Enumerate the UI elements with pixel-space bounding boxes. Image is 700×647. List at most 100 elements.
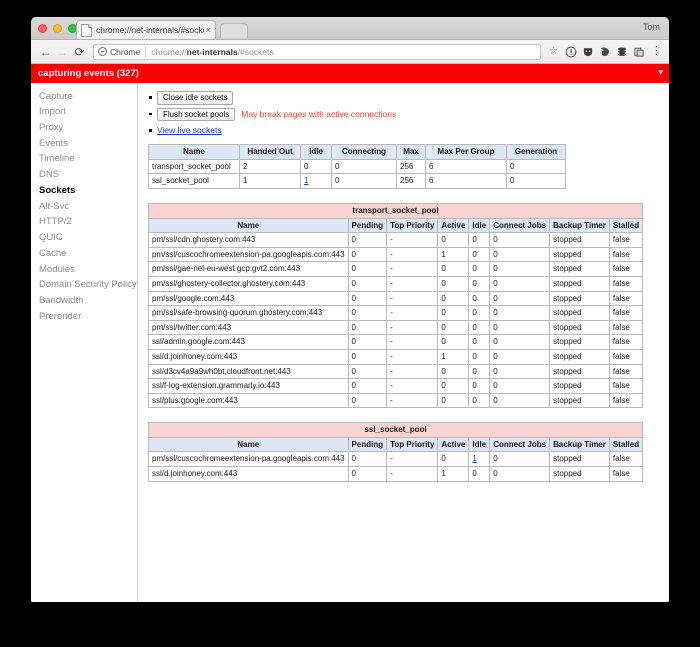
table-row: ssl/f-log-extension.grammarly.io:443 0-0 0… <box>148 378 644 394</box>
cell-idle: 0 <box>468 363 491 380</box>
list-item: Flush socket pools May break pages with … <box>149 107 669 122</box>
flush-warning-text: May break pages with active connections <box>241 109 397 120</box>
cell-pending: 0 <box>347 275 388 292</box>
sidebar-item-bandwidth[interactable]: Bandwidth <box>31 293 137 309</box>
info-circle-extension-icon[interactable] <box>565 46 577 58</box>
minimize-window-button[interactable] <box>53 24 62 33</box>
table-row: ssl/d.joinhoney.com:443 0-1 0 0 stopped false <box>148 466 644 482</box>
sidebar-item-http-2[interactable]: HTTP/2 <box>31 215 137 231</box>
sidebar-item-alt-svc[interactable]: Alt-Svc <box>31 199 137 215</box>
address-bar-url: chrome://net-internals/#sockets <box>151 47 273 57</box>
new-tab-button[interactable] <box>220 23 248 38</box>
cell-stalled: false <box>608 261 644 277</box>
sidebar-item-label: Alt-Svc <box>39 200 70 212</box>
cell-stalled: false <box>608 451 644 468</box>
idle-count-link[interactable]: 1 <box>472 454 476 463</box>
column-header: Connect Jobs <box>489 217 551 234</box>
cell-connect-jobs: 0 <box>489 348 551 365</box>
view-live-sockets-link[interactable]: View live sockets <box>157 125 222 135</box>
sidebar-item-prerender[interactable]: Prerender <box>31 309 137 325</box>
idle-count-link[interactable]: 1 <box>304 176 308 185</box>
bookmark-star-icon[interactable]: ☆ <box>545 46 562 57</box>
table-row: pm/ssl/cuscochromeextension-pa.googleapi… <box>148 246 644 263</box>
browser-window: chrome://net-internals/#socke × Tom ← → … <box>31 17 669 602</box>
table-row: ssl/d3cv4a9a9wh0bt.cloudfront.net:443 0-0… <box>148 363 644 380</box>
sidebar-item-timeline[interactable]: Timeline <box>31 152 137 168</box>
user-profile-label[interactable]: Tom <box>643 22 660 32</box>
cell-pending: 0 <box>347 466 388 482</box>
column-header: Top Priority <box>386 436 439 453</box>
back-icon[interactable]: ← <box>37 43 54 60</box>
tab-close-icon[interactable]: × <box>206 25 211 35</box>
cell-top-priority: - <box>386 246 439 263</box>
table-header-row: Name Pending Top Priority Active Idle Connect… <box>148 217 644 234</box>
socket-actions-list: Close idle sockets Flush socket pools Ma… <box>148 91 669 136</box>
forward-icon[interactable]: → <box>54 43 71 60</box>
cell-active: 1 <box>437 246 470 263</box>
address-bar[interactable]: Chrome chrome://net-internals/#sockets <box>93 43 542 60</box>
cell-idle: 0 <box>468 232 491 248</box>
cell-name: ssl_socket_pool <box>148 173 240 189</box>
sidebar-item-label: Cache <box>39 247 67 259</box>
cell-connecting: 0 <box>331 173 397 189</box>
copy-extension-icon[interactable] <box>633 46 645 58</box>
cell-backup-timer: stopped <box>549 246 610 263</box>
cell-connect-jobs: 0 <box>489 451 551 468</box>
column-header: Name <box>148 144 240 160</box>
banner-collapse-icon[interactable]: ▾ <box>658 68 663 77</box>
column-header: Stalled <box>608 217 644 234</box>
table-row: pm/ssl/twitter.com:443 0-0 0 0 stopped false <box>148 319 644 336</box>
table-row: pm/ssl/ghostery-collector.ghostery.com:4… <box>148 275 644 292</box>
sidebar-item-cache[interactable]: Cache <box>31 246 137 262</box>
sidebar-item-label: Bandwidth <box>39 294 84 306</box>
column-header: Name <box>148 217 349 234</box>
cell-active: 1 <box>437 466 470 482</box>
close-idle-sockets-button[interactable]: Close idle sockets <box>157 91 234 105</box>
reload-icon[interactable]: ⟳ <box>71 43 88 60</box>
sidebar-item-modules[interactable]: Modules <box>31 262 137 278</box>
layers-extension-icon[interactable] <box>616 46 628 58</box>
sidebar-item-domain-security-policy[interactable]: Domain Security Policy <box>31 278 137 294</box>
capture-status-text: capturing events (327) <box>38 68 139 79</box>
cell-stalled: false <box>608 305 644 321</box>
column-header: Max Per Group <box>425 144 507 160</box>
close-window-button[interactable] <box>38 24 47 33</box>
cell-idle: 1 <box>468 451 491 468</box>
cell-connect-jobs: 0 <box>489 305 551 321</box>
cell-name: pm/ssl/cdn.ghostery.com:443 <box>148 232 349 248</box>
flush-socket-pools-button[interactable]: Flush socket pools <box>157 107 236 122</box>
sidebar-item-dns[interactable]: DNS <box>31 168 137 184</box>
cell-active: 1 <box>437 348 470 365</box>
cell-active: 0 <box>437 232 470 248</box>
cell-active: 0 <box>437 334 470 350</box>
ghostery-shield-extension-icon[interactable] <box>582 46 594 58</box>
sidebar-item-capture[interactable]: Capture <box>31 89 137 105</box>
cell-max-per-group: 6 <box>425 158 507 175</box>
cell-idle: 0 <box>468 275 491 292</box>
sidebar-item-label: QUIC <box>39 232 63 244</box>
chrome-menu-icon[interactable]: ⋮ <box>651 46 662 57</box>
title-bar: chrome://net-internals/#socke × Tom <box>31 17 669 40</box>
cell-top-priority: - <box>386 319 439 336</box>
cell-connect-jobs: 0 <box>489 246 551 263</box>
table-row: transport_socket_pool 2 0 0 256 6 0 <box>148 158 566 175</box>
table-row: pm/ssl/cdn.ghostery.com:443 0-0 0 0 stopped f… <box>148 232 644 248</box>
cell-backup-timer: stopped <box>549 348 610 365</box>
sidebar-item-proxy[interactable]: Proxy <box>31 120 137 136</box>
honey-extension-icon[interactable] <box>599 46 611 58</box>
sidebar-item-quic[interactable]: QUIC <box>31 230 137 246</box>
table-row: ssl_socket_pool 1 1 0 256 6 0 <box>148 173 566 189</box>
sidebar-item-sockets[interactable]: Sockets <box>31 183 137 199</box>
column-header: Max <box>396 144 426 160</box>
cell-pending: 0 <box>347 378 388 394</box>
cell-backup-timer: stopped <box>549 334 610 350</box>
socket-pool-summary-table: Name Handed Out Idle Connecting Max Max Per G… <box>148 144 566 189</box>
sidebar-item-import[interactable]: Import <box>31 105 137 121</box>
browser-tab[interactable]: chrome://net-internals/#socke × <box>76 20 216 39</box>
cell-active: 0 <box>437 305 470 321</box>
cell-connect-jobs: 0 <box>489 261 551 277</box>
table-header-row: Name Pending Top Priority Active Idle Connect… <box>148 436 644 453</box>
sidebar-item-events[interactable]: Events <box>31 136 137 152</box>
cell-pending: 0 <box>347 246 388 263</box>
cell-backup-timer: stopped <box>549 261 610 277</box>
